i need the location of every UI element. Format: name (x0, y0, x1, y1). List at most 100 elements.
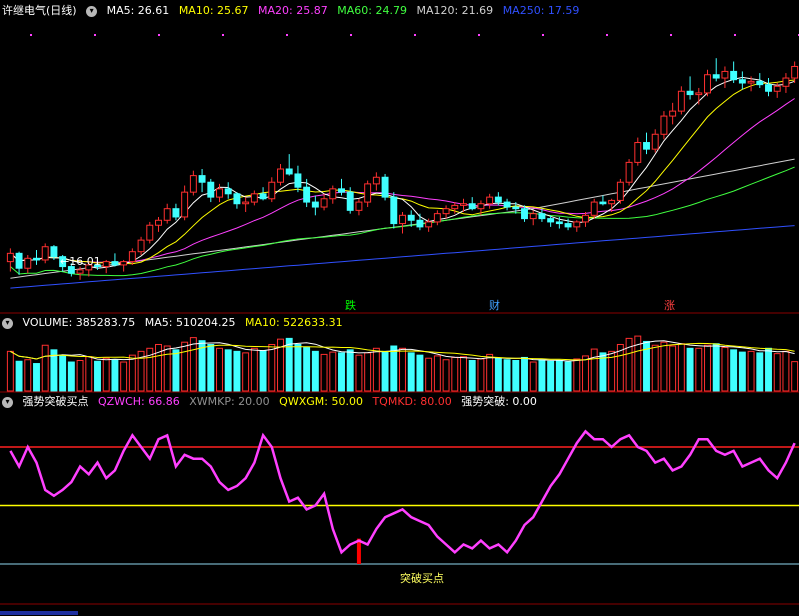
candle (346, 191, 354, 211)
ma5-line (10, 76, 795, 269)
candle (33, 257, 40, 261)
volume-bar (6, 350, 14, 392)
candle (390, 196, 398, 225)
tag-die[interactable]: 跌 (343, 299, 358, 312)
low-price-annotation: ←16.01 (60, 255, 101, 268)
volume-bar (503, 359, 511, 392)
indicator-panel-header: ▾ 强势突破买点 QZWCH: 66.86 XWMKP: 20.00 QWXGM… (2, 395, 543, 409)
candle (399, 214, 406, 225)
chart-canvas[interactable] (0, 0, 799, 616)
candle (364, 183, 372, 203)
scroll-bar[interactable] (0, 609, 799, 616)
volume-bar (433, 355, 441, 392)
volume-bar (555, 360, 563, 392)
top-dot-marker (414, 34, 416, 36)
candle (189, 175, 197, 193)
volume-bar (311, 350, 319, 392)
candle (529, 213, 537, 220)
candle (555, 221, 563, 225)
candle (660, 115, 668, 135)
top-dot-marker (286, 34, 288, 36)
volume-bar (477, 358, 485, 392)
volume-bar (721, 347, 729, 392)
tag-cai[interactable]: 财 (487, 299, 502, 312)
candle (6, 252, 14, 263)
volume-bar (494, 357, 502, 392)
volume-bar (15, 360, 23, 392)
volume-bar (738, 351, 746, 392)
candle (756, 80, 764, 86)
candle (677, 90, 685, 112)
volume-bar (364, 352, 372, 392)
top-dot-marker (222, 34, 224, 36)
volume-bar (303, 347, 311, 392)
volume-ma5-label: MA5: 510204.25 (144, 316, 236, 329)
scroll-thumb[interactable] (0, 611, 78, 615)
volume-ma10-label: MA10: 522633.31 (244, 316, 343, 329)
tag-zhang[interactable]: 涨 (662, 299, 677, 312)
volume-bar (85, 356, 93, 392)
volume-bar (76, 360, 84, 392)
volume-bar (442, 359, 450, 392)
candle (486, 196, 494, 205)
volume-bar (791, 361, 799, 392)
candle (616, 181, 624, 201)
volume-bar (582, 355, 589, 392)
volume-bar (320, 353, 328, 392)
price-panel-header: 许继电气(日线) ▾ MA5: 26.61 MA10: 25.67 MA20: … (2, 4, 585, 18)
candle (102, 261, 110, 268)
candle (791, 65, 799, 79)
top-dot-marker (478, 34, 480, 36)
candle (198, 175, 206, 183)
volume-bar (24, 359, 32, 392)
top-dot-marker (606, 34, 608, 36)
volume-bar (111, 359, 119, 392)
candle (128, 251, 136, 263)
candle (111, 261, 119, 266)
candle (442, 208, 450, 215)
volume-bar (372, 347, 380, 392)
candle (372, 176, 380, 185)
candle (686, 90, 694, 96)
candle (521, 208, 528, 220)
candle (643, 142, 650, 150)
candle (120, 261, 128, 266)
volume-bar (285, 337, 293, 392)
candle (137, 239, 145, 253)
volume-bar (224, 349, 232, 392)
candle (233, 193, 241, 205)
volume-bar (329, 351, 337, 392)
candle (503, 201, 511, 208)
volume-panel-header: ▾ VOLUME: 385283.75 MA5: 510204.25 MA10:… (2, 316, 349, 330)
chevron-down-icon[interactable]: ▾ (86, 5, 98, 17)
candle (512, 206, 520, 210)
ma10-line (10, 79, 795, 265)
candle (76, 269, 84, 274)
candle (730, 70, 738, 81)
ma250-label: MA250: 17.59 (502, 4, 580, 17)
volume-bar (695, 347, 703, 392)
candle (50, 246, 58, 258)
chevron-down-icon[interactable]: ▾ (2, 396, 13, 408)
candle (468, 203, 476, 210)
volume-bar (468, 360, 476, 392)
volume-bar (94, 360, 101, 392)
breakout-label: 强势突破: 0.00 (461, 395, 537, 408)
volume-bar (294, 343, 302, 392)
volume-bar (102, 357, 110, 392)
volume-bar (529, 361, 537, 392)
volume-bar (773, 353, 781, 392)
volume-bar (712, 343, 720, 392)
volume-bar (765, 347, 772, 392)
candle (433, 213, 441, 223)
ma20-label: MA20: 25.87 (258, 4, 328, 17)
candle (381, 176, 389, 198)
volume-bar (233, 350, 241, 392)
volume-bar (355, 354, 363, 392)
stock-title: 许继电气(日线) (2, 4, 77, 17)
volume-bar (338, 352, 345, 392)
chevron-down-icon[interactable]: ▾ (2, 317, 13, 329)
candle (338, 188, 345, 193)
volume-bar (747, 350, 755, 392)
candle (590, 201, 598, 216)
